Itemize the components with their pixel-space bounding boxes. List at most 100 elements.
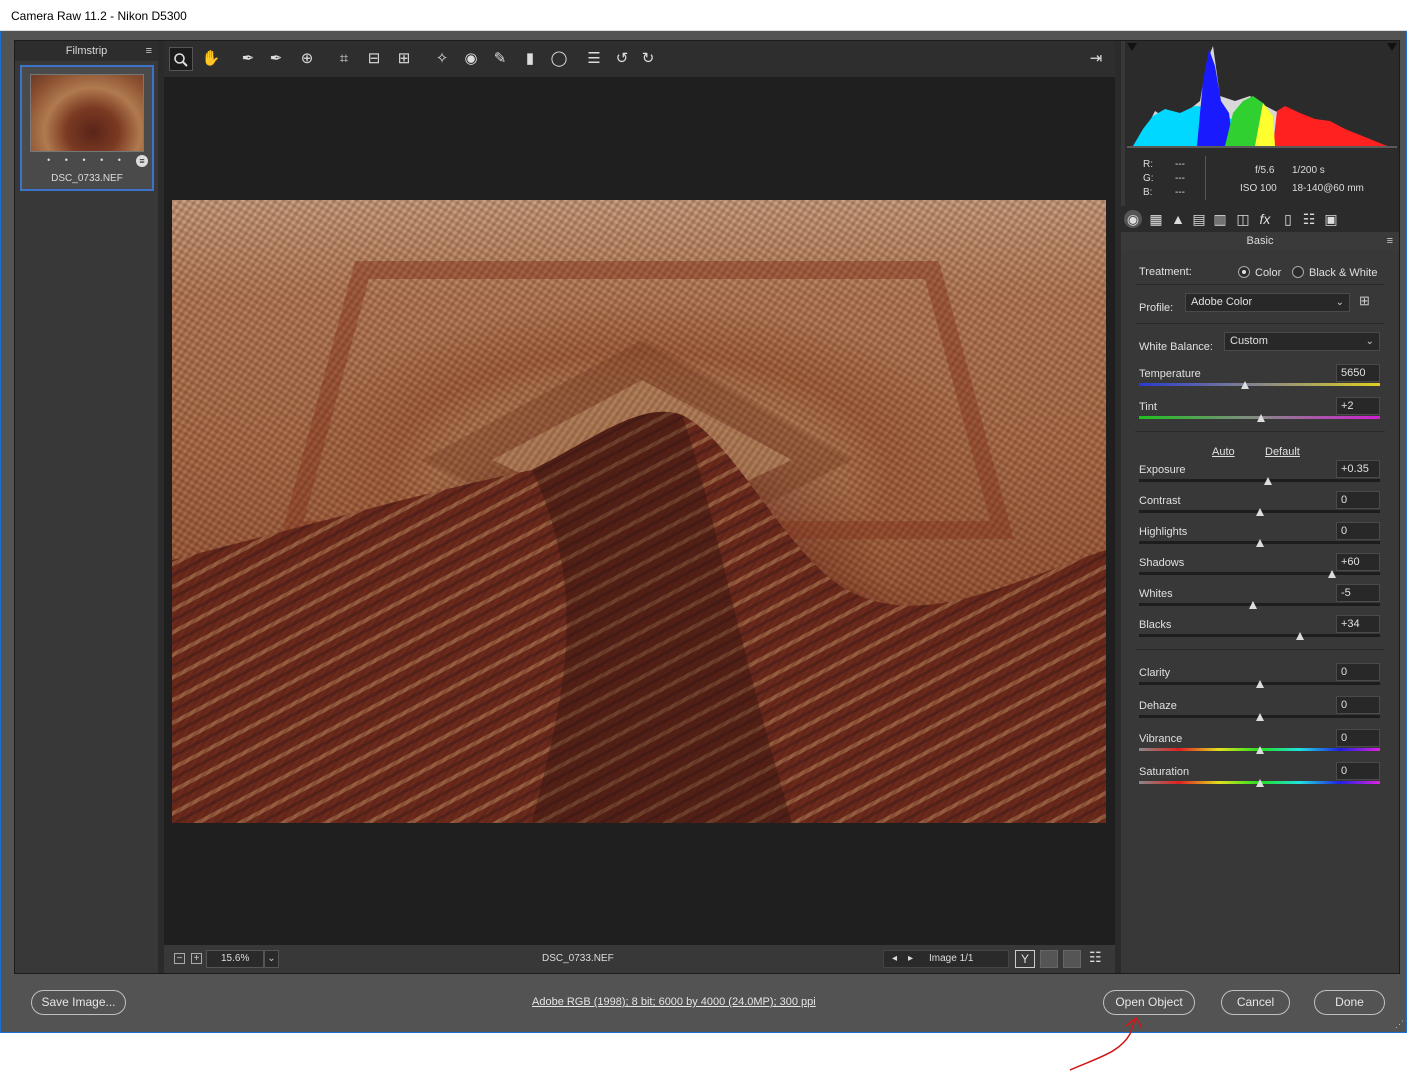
- save-image-button[interactable]: Save Image...: [31, 990, 126, 1015]
- treatment-bw-label[interactable]: Black & White: [1309, 267, 1377, 279]
- red-eye-tool-icon[interactable]: ◉: [459, 47, 483, 71]
- rating-dots[interactable]: • • • • •: [22, 155, 152, 165]
- tab-snapshots-icon[interactable]: ▣: [1321, 210, 1341, 228]
- tab-lens-icon[interactable]: ◫: [1233, 210, 1253, 228]
- graduated-filter-icon[interactable]: ▮: [518, 47, 542, 71]
- copy-settings-icon[interactable]: [1063, 950, 1081, 968]
- fullscreen-toggle-icon[interactable]: ⇥: [1084, 47, 1108, 71]
- saturation-value-input[interactable]: 0: [1336, 762, 1380, 780]
- g-label: G:: [1143, 173, 1154, 184]
- camera-raw-window: Filmstrip ≡ • • • • • ≡ DSC_0733.NEF ✋ ✒…: [0, 31, 1407, 1033]
- temperature-slider-track[interactable]: [1139, 383, 1380, 386]
- spot-removal-tool-icon[interactable]: ✧: [430, 47, 454, 71]
- temperature-slider-thumb[interactable]: [1241, 381, 1250, 389]
- workflow-options-link[interactable]: Adobe RGB (1998); 8 bit; 6000 by 4000 (2…: [532, 996, 816, 1008]
- blacks-slider-thumb[interactable]: [1296, 632, 1305, 640]
- cancel-button[interactable]: Cancel: [1221, 990, 1290, 1015]
- tab-calibration-icon[interactable]: ▯: [1278, 210, 1298, 228]
- tab-basic-icon[interactable]: ◉: [1124, 210, 1142, 228]
- settings-toggle-icon[interactable]: ☷: [1089, 949, 1102, 966]
- tab-presets-icon[interactable]: ☷: [1299, 210, 1319, 228]
- color-sampler-tool-icon[interactable]: ✒: [264, 47, 288, 71]
- shadows-slider-thumb[interactable]: [1327, 570, 1336, 578]
- tab-detail-icon[interactable]: ▲: [1168, 210, 1188, 228]
- r-value: ---: [1175, 159, 1185, 170]
- exposure-slider-thumb[interactable]: [1263, 477, 1272, 485]
- rotate-cw-icon[interactable]: ↻: [636, 47, 660, 71]
- window-title: Camera Raw 11.2 - Nikon D5300: [11, 9, 187, 23]
- zoom-dropdown-icon[interactable]: ⌄: [264, 950, 279, 968]
- treatment-color-label[interactable]: Color: [1255, 267, 1281, 279]
- swap-settings-icon[interactable]: [1040, 950, 1058, 968]
- temperature-label: Temperature: [1139, 368, 1201, 380]
- profile-value: Adobe Color: [1191, 296, 1253, 308]
- shadows-value-input[interactable]: +60: [1336, 553, 1380, 571]
- exposure-slider-track[interactable]: [1139, 479, 1380, 482]
- adjustment-brush-icon[interactable]: ✎: [488, 47, 512, 71]
- before-after-toggle[interactable]: Y: [1015, 950, 1035, 968]
- zoom-out-button[interactable]: −: [174, 953, 185, 964]
- shadows-slider-track[interactable]: [1139, 572, 1380, 575]
- zoom-in-button[interactable]: +: [191, 953, 202, 964]
- tab-tone-curve-icon[interactable]: ▦: [1146, 210, 1166, 228]
- white-balance-tool-icon[interactable]: ✒: [236, 47, 260, 71]
- saturation-slider-thumb[interactable]: [1255, 779, 1264, 787]
- straighten-tool-icon[interactable]: ⊟: [362, 47, 386, 71]
- vibrance-value-input[interactable]: 0: [1336, 729, 1380, 747]
- divider: [1135, 431, 1385, 432]
- whites-slider-thumb[interactable]: [1249, 601, 1258, 609]
- contrast-slider-thumb[interactable]: [1255, 508, 1264, 516]
- tab-split-toning-icon[interactable]: ▥: [1210, 210, 1230, 228]
- contrast-value-input[interactable]: 0: [1336, 491, 1380, 509]
- tab-effects-icon[interactable]: fx: [1255, 210, 1275, 228]
- transform-tool-icon[interactable]: ⊞: [392, 47, 416, 71]
- hand-tool-icon[interactable]: ✋: [199, 47, 223, 71]
- tab-hsl-icon[interactable]: ▤: [1189, 210, 1209, 228]
- clarity-value-input[interactable]: 0: [1336, 663, 1380, 681]
- filmstrip-menu-icon[interactable]: ≡: [146, 41, 152, 61]
- preferences-icon[interactable]: ☰: [582, 47, 606, 71]
- whites-value-input[interactable]: -5: [1336, 584, 1380, 602]
- temperature-value-input[interactable]: 5650: [1336, 364, 1380, 382]
- filmstrip-panel: Filmstrip ≡ • • • • • ≡ DSC_0733.NEF: [15, 41, 158, 973]
- zoom-level[interactable]: 15.6%: [206, 950, 264, 968]
- white-balance-value: Custom: [1230, 335, 1268, 347]
- blacks-value-input[interactable]: +34: [1336, 615, 1380, 633]
- auto-link[interactable]: Auto: [1212, 446, 1235, 458]
- panel-menu-icon[interactable]: ≡: [1387, 232, 1393, 250]
- profile-select[interactable]: Adobe Color ⌄: [1185, 293, 1350, 312]
- whites-slider-track[interactable]: [1139, 603, 1380, 606]
- clarity-slider-thumb[interactable]: [1255, 680, 1264, 688]
- radial-filter-icon[interactable]: ◯: [547, 47, 571, 71]
- blacks-slider-track[interactable]: [1139, 634, 1380, 637]
- camera-info: R: G: B: --- --- --- f/5.6 1/200 s ISO 1…: [1125, 153, 1399, 206]
- default-link[interactable]: Default: [1265, 446, 1300, 458]
- dehaze-slider-thumb[interactable]: [1255, 713, 1264, 721]
- white-balance-select[interactable]: Custom ⌄: [1224, 332, 1380, 351]
- profile-browser-icon[interactable]: ⊞: [1359, 293, 1379, 311]
- meta-divider: [1205, 156, 1206, 200]
- targeted-adjustment-tool-icon[interactable]: ⊕: [295, 47, 319, 71]
- rotate-ccw-icon[interactable]: ↺: [610, 47, 634, 71]
- dehaze-value-input[interactable]: 0: [1336, 696, 1380, 714]
- highlights-value-input[interactable]: 0: [1336, 522, 1380, 540]
- treatment-color-radio[interactable]: [1238, 266, 1250, 278]
- zoom-tool-icon[interactable]: [169, 47, 193, 71]
- panel-tabs: ◉ ▦ ▲ ▤ ▥ ◫ fx ▯ ☷ ▣: [1121, 206, 1399, 232]
- prev-image-icon[interactable]: ◂: [892, 951, 897, 967]
- done-button[interactable]: Done: [1314, 990, 1385, 1015]
- vibrance-slider-thumb[interactable]: [1255, 746, 1264, 754]
- tint-value-input[interactable]: +2: [1336, 397, 1380, 415]
- exposure-value-input[interactable]: +0.35: [1336, 460, 1380, 478]
- crop-tool-icon[interactable]: ⌗: [332, 47, 356, 71]
- blacks-label: Blacks: [1139, 619, 1172, 631]
- treatment-bw-radio[interactable]: [1292, 266, 1304, 278]
- photo-preview[interactable]: [172, 200, 1106, 823]
- image-preview-area[interactable]: [164, 77, 1115, 945]
- filmstrip-thumbnail[interactable]: • • • • • ≡ DSC_0733.NEF: [20, 65, 154, 191]
- highlights-slider-thumb[interactable]: [1255, 539, 1264, 547]
- profile-label: Profile:: [1139, 302, 1174, 314]
- resize-grip-icon[interactable]: ⋰: [1395, 1019, 1404, 1030]
- tint-slider-thumb[interactable]: [1256, 414, 1265, 422]
- next-image-icon[interactable]: ▸: [908, 951, 913, 967]
